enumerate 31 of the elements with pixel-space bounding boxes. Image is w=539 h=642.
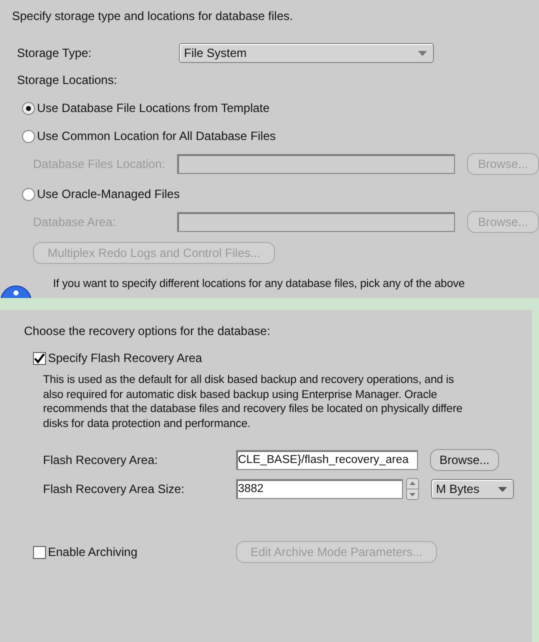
checkbox-label[interactable]: Enable Archiving [48,545,138,559]
size-field[interactable]: 3882 [236,479,403,499]
browse-button[interactable]: Browse... [430,449,499,471]
checkbox[interactable] [33,546,46,558]
caret-icon [498,486,507,492]
radio-label[interactable]: Use Database File Locations from Template [37,101,270,115]
path-field[interactable] [177,154,455,174]
spinner-icon[interactable] [406,478,419,500]
path-field[interactable]: CLE_BASE}/flash_recovery_area [236,450,418,470]
radio-label[interactable]: Use Common Location for All Database Files [37,129,276,143]
section-label: Storage Locations: [16,72,118,89]
field-label: Flash Recovery Area Size: [42,482,186,496]
checkbox[interactable] [33,352,46,364]
radio-button[interactable] [22,130,35,142]
info-text: If you want to specify different locations for any database files, pick any of the above [53,278,465,290]
intro-text: Specify storage type and locations for database files. [11,8,294,25]
caret-icon [418,50,427,56]
description-text: This is used as the default for all disk based backup and recovery operations, and is [43,373,455,388]
description-text: recommends that the database files and recovery files be located on physically differe [43,402,464,416]
field-label: Storage Type: [16,46,92,60]
description-text: also required for automatic disk based backup using Enterprise Manager. Oracle [43,388,438,402]
intro-text: Choose the recovery options for the database: [23,323,272,340]
unit-dropdown[interactable]: M Bytes [431,479,514,499]
radio-button[interactable] [22,188,35,200]
path-field[interactable] [177,212,455,232]
radio-button[interactable] [22,102,35,114]
checkbox-label[interactable]: Specify Flash Recovery Area [48,351,202,365]
field-label: Flash Recovery Area: [42,453,159,467]
storage-type-dropdown[interactable]: File System [179,43,434,63]
radio-label[interactable]: Use Oracle-Managed Files [37,187,180,201]
description-text: disks for data protection and performance. [43,416,252,431]
